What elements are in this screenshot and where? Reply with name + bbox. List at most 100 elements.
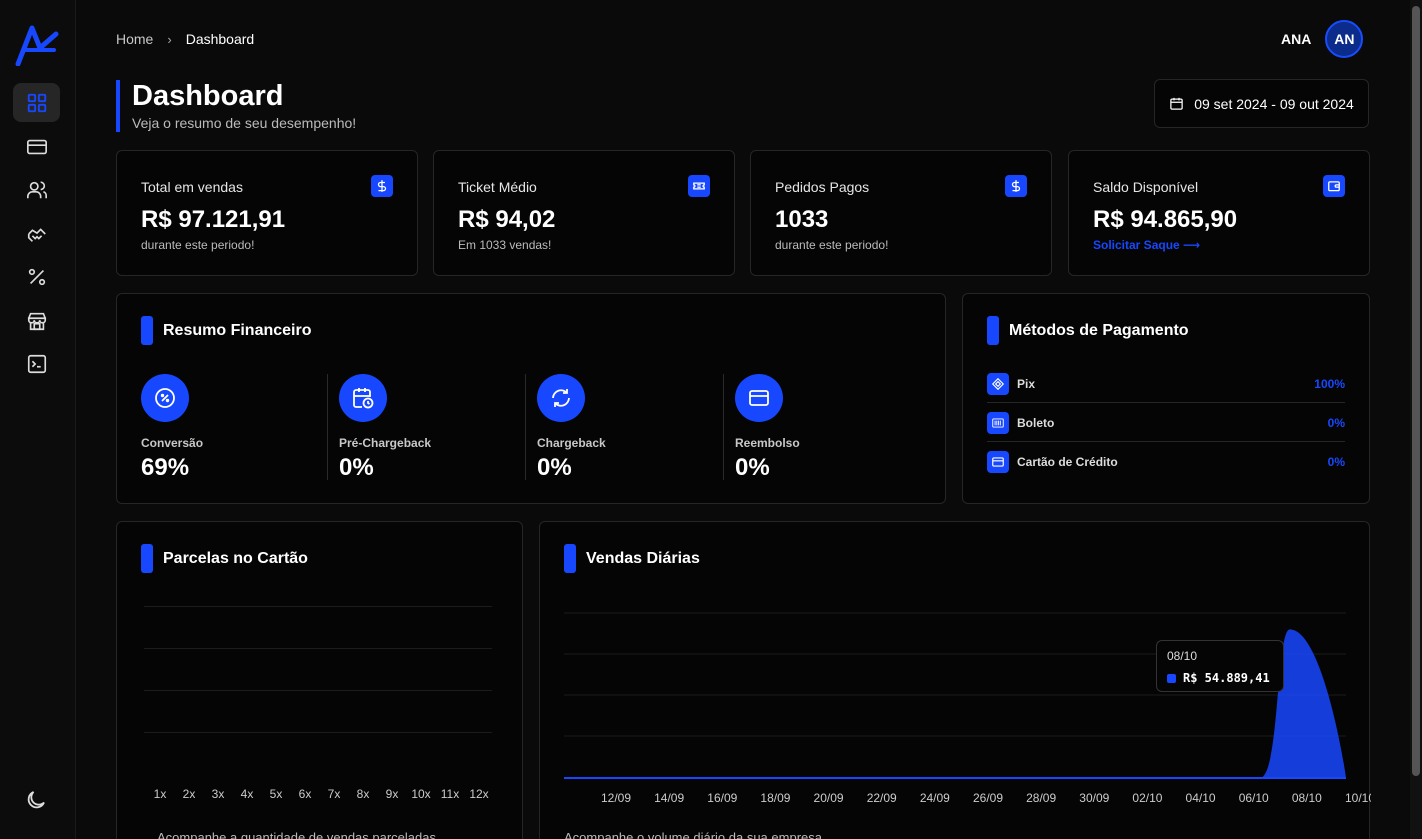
sidebar-item-dashboard[interactable] (13, 83, 60, 122)
x-tick-label: 06/10 (1239, 791, 1269, 805)
metric-label: Pré-Chargeback (339, 436, 432, 450)
daily-sales-footer: Acompanhe o volume diário da sua empresa (564, 830, 822, 839)
stat-value: R$ 94.865,90 (1093, 206, 1238, 233)
sidebar-item-handshake[interactable] (13, 214, 60, 253)
scrollbar[interactable] (1410, 0, 1422, 839)
x-tick-label: 24/09 (920, 791, 950, 805)
breadcrumb-home[interactable]: Home (116, 31, 153, 47)
sidebar-item-cards[interactable] (13, 127, 60, 166)
metric-divider (327, 374, 328, 480)
percent-icon (28, 268, 45, 285)
wallet-icon (1323, 175, 1345, 197)
credit-card-icon (987, 451, 1009, 473)
stat-sub: Em 1033 vendas! (458, 238, 552, 252)
payment-methods-card: Métodos de Pagamento Pix 100% Boleto 0% … (962, 293, 1370, 504)
barcode-icon (987, 411, 1009, 434)
credit-card-icon (26, 139, 47, 154)
grid-line (144, 732, 492, 733)
installment-tick: 12x (469, 787, 489, 801)
page-subtitle: Veja o resumo de seu desempenho! (132, 115, 357, 131)
sidebar (0, 0, 76, 839)
installment-tick: 2x (182, 787, 196, 801)
x-tick-label: 14/09 (654, 791, 684, 805)
x-tick-label: 08/10 (1292, 791, 1322, 805)
x-tick-label: 04/10 (1186, 791, 1216, 805)
stat-sub: durante este periodo! (141, 238, 255, 252)
installment-tick: 3x (211, 787, 225, 801)
stat-label: Saldo Disponível (1093, 179, 1199, 195)
stat-card-ticket: Ticket Médio R$ 94,02 Em 1033 vendas! (433, 150, 735, 276)
section-accent-bar (141, 316, 153, 345)
main-content: Home › Dashboard ANA AN Dashboard Veja o… (76, 0, 1410, 839)
percent-circle-icon (141, 374, 189, 422)
grid-line (144, 606, 492, 607)
payment-row-boleto: Boleto 0% (987, 404, 1345, 442)
installments-card: Parcelas no Cartão 1x 2x 3x 4x 5x 6x 7x 8x 9x 10x… (116, 521, 523, 839)
breadcrumb-current: Dashboard (185, 31, 255, 47)
stat-card-paid-orders: Pedidos Pagos 1033 durante este periodo! (750, 150, 1052, 276)
stat-card-balance: Saldo Disponível R$ 94.865,90 Solicitar … (1068, 150, 1370, 276)
x-tick-label: 02/10 (1132, 791, 1162, 805)
installment-tick: 1x (153, 787, 167, 801)
payment-methods-title: Métodos de Pagamento (1009, 321, 1189, 339)
breadcrumb: Home › Dashboard (116, 31, 254, 47)
calendar-clock-icon (339, 374, 387, 422)
stat-label: Ticket Médio (458, 179, 537, 195)
x-tick-label: 10/10 (1345, 791, 1371, 805)
x-tick-label: 22/09 (867, 791, 897, 805)
financial-summary-card: Resumo Financeiro Conversão 69% Pré-Char… (116, 293, 946, 504)
chart-tooltip: 08/10 R$ 54.889,41 (1156, 640, 1284, 692)
sidebar-item-terminal[interactable] (13, 344, 60, 383)
x-tick-label: 18/09 (760, 791, 790, 805)
stat-card-total-sales: Total em vendas R$ 97.121,91 durante est… (116, 150, 418, 276)
page-title: Dashboard (132, 80, 284, 112)
metric-label: Conversão (141, 436, 204, 450)
user-menu[interactable]: ANA AN (1281, 20, 1364, 58)
payment-name: Pix (1017, 376, 1036, 391)
date-range-label: 09 set 2024 - 09 out 2024 (1194, 95, 1354, 112)
stat-label: Pedidos Pagos (775, 179, 870, 195)
payment-name: Boleto (1017, 415, 1055, 430)
stat-sub: durante este periodo! (775, 238, 889, 252)
grid-icon (27, 93, 46, 112)
sidebar-item-percent[interactable] (13, 257, 60, 296)
stat-value: R$ 94,02 (458, 206, 556, 233)
scrollbar-thumb[interactable] (1412, 6, 1420, 776)
x-tick-label: 12/09 (601, 791, 631, 805)
metric-pre-chargeback: Pré-Chargeback 0% (339, 374, 519, 482)
refresh-icon (537, 374, 585, 422)
chevron-right-icon: › (167, 31, 172, 47)
section-accent-bar (987, 316, 999, 345)
metric-value: 0% (735, 454, 770, 481)
section-title: Métodos de Pagamento (987, 316, 1189, 345)
metric-refund: Reembolso 0% (735, 374, 915, 482)
ticket-icon (688, 175, 710, 197)
metric-value: 69% (141, 454, 190, 481)
installments-footer: Acompanhe a quantidade de vendas parcela… (157, 830, 436, 839)
date-range-picker[interactable]: 09 set 2024 - 09 out 2024 (1154, 79, 1369, 128)
metric-value: 0% (339, 454, 374, 481)
avatar[interactable]: AN (1325, 20, 1364, 58)
sidebar-item-users[interactable] (13, 170, 60, 209)
x-tick-label: 30/09 (1079, 791, 1109, 805)
payment-name: Cartão de Crédito (1017, 455, 1118, 469)
x-tick-label: 16/09 (707, 791, 737, 805)
grid-line (144, 690, 492, 691)
payment-percentage: 0% (1327, 415, 1345, 430)
x-tick-label: 20/09 (814, 791, 844, 805)
installments-title: Parcelas no Cartão (163, 549, 308, 567)
sidebar-item-store[interactable] (13, 301, 60, 340)
request-withdrawal-link[interactable]: Solicitar Saque ⟶ (1093, 238, 1200, 252)
section-title: Parcelas no Cartão (141, 544, 308, 573)
financial-summary-title: Resumo Financeiro (163, 321, 312, 339)
grid-line (144, 648, 492, 649)
calendar-icon (1170, 97, 1183, 110)
moon-icon[interactable] (24, 788, 48, 812)
metric-value: 0% (537, 454, 572, 481)
user-name: ANA (1281, 31, 1312, 47)
metric-conversion: Conversão 69% (141, 374, 321, 482)
terminal-icon (27, 354, 46, 373)
section-accent-bar (141, 544, 153, 573)
installment-tick: 7x (327, 787, 341, 801)
logo[interactable] (14, 24, 60, 66)
